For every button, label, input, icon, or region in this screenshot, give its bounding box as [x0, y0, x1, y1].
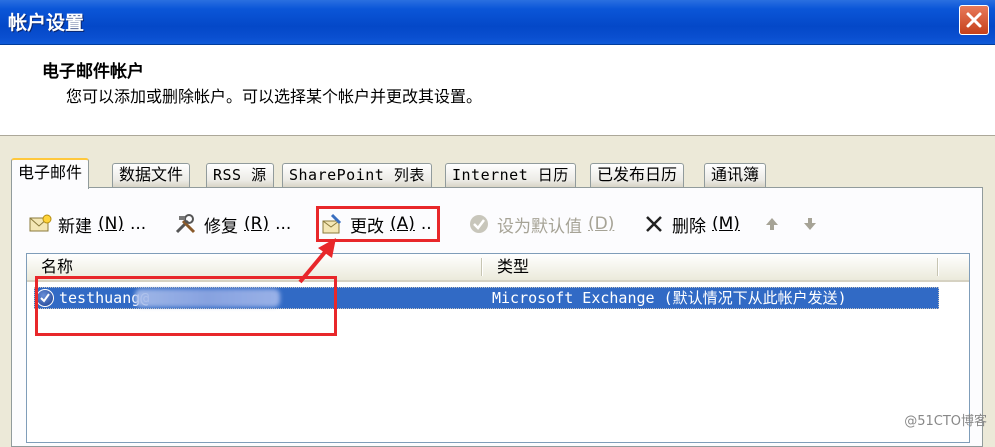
- column-divider[interactable]: [937, 258, 938, 276]
- new-shortcut: (N): [98, 214, 124, 234]
- watermark: @51CTO博客: [904, 414, 987, 429]
- tab-email[interactable]: 电子邮件: [11, 158, 90, 189]
- new-mail-icon: [28, 212, 52, 236]
- repair-label: 修复: [204, 216, 238, 237]
- close-button[interactable]: [959, 5, 989, 35]
- move-down-button[interactable]: [798, 210, 822, 238]
- account-type: Microsoft Exchange (默认情况下从此帐户发送): [492, 289, 847, 307]
- close-icon: [966, 12, 982, 28]
- tab-address-book[interactable]: 通讯簿: [704, 163, 767, 187]
- tab-rss[interactable]: RSS 源: [206, 163, 274, 187]
- set-default-label: 设为默认值: [497, 216, 582, 237]
- set-default-button[interactable]: 设为默认值 (D): [467, 210, 614, 238]
- delete-shortcut: (M): [712, 214, 740, 234]
- column-divider[interactable]: [481, 258, 482, 276]
- new-label: 新建: [58, 216, 92, 237]
- annotation-arrow: [298, 238, 336, 284]
- repair-button[interactable]: 修复 (R) ...: [174, 210, 291, 238]
- tab-data-files[interactable]: 数据文件: [112, 163, 191, 187]
- tab-published-calendar[interactable]: 已发布日历: [590, 163, 685, 187]
- move-up-button[interactable]: [760, 210, 784, 238]
- set-default-shortcut: (D): [588, 214, 615, 234]
- check-circle-icon: [467, 212, 491, 236]
- delete-button[interactable]: 删除 (M): [642, 210, 740, 238]
- delete-x-icon: [642, 212, 666, 236]
- tools-icon: [174, 212, 198, 236]
- repair-ellipsis: ...: [275, 214, 292, 234]
- new-ellipsis: ...: [129, 214, 147, 234]
- column-header-type[interactable]: 类型: [497, 254, 529, 280]
- page-title: 电子邮件帐户: [42, 62, 144, 82]
- delete-label: 删除: [672, 216, 706, 237]
- new-button[interactable]: 新建 (N) ...: [28, 210, 146, 238]
- tab-sharepoint[interactable]: SharePoint 列表: [282, 163, 432, 187]
- page-description: 您可以添加或删除帐户。可以选择某个帐户并更改其设置。: [66, 87, 483, 106]
- window-title: 帐户设置: [8, 12, 85, 34]
- tab-internet-calendar[interactable]: Internet 日历: [445, 163, 576, 187]
- dialog-header: 电子邮件帐户 您可以添加或删除帐户。可以选择某个帐户并更改其设置。: [0, 45, 995, 136]
- arrow-down-icon: [798, 212, 822, 236]
- arrow-up-icon: [760, 212, 784, 236]
- repair-shortcut: (R): [244, 214, 270, 234]
- title-bar[interactable]: 帐户设置: [0, 0, 995, 45]
